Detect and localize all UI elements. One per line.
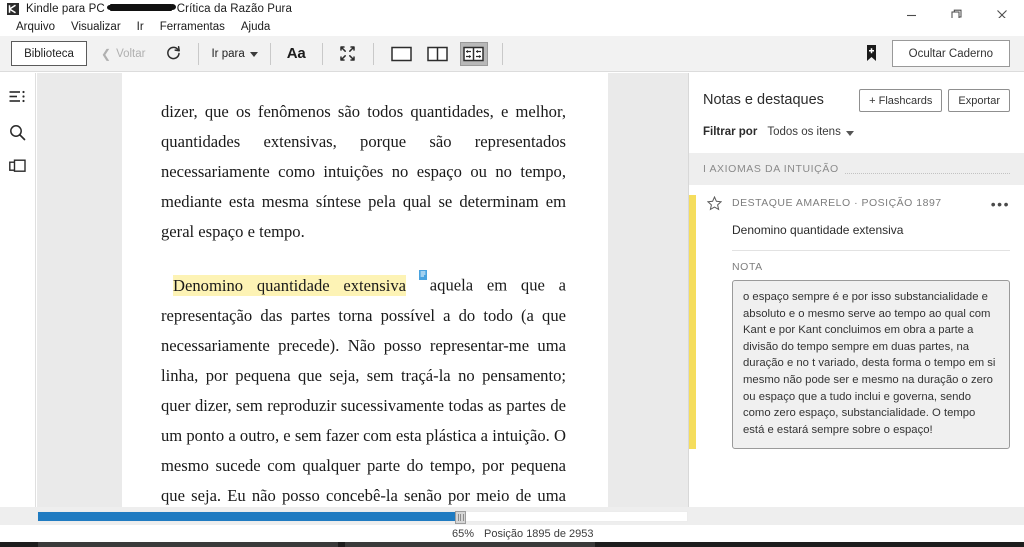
filter-label: Filtrar por: [703, 126, 758, 138]
continuous-page-icon[interactable]: [459, 41, 488, 66]
section-dotted-leader: [844, 172, 1010, 174]
reader-area: dizer, que os fenômenos são todos quanti…: [37, 73, 688, 507]
toolbar-divider: [372, 42, 374, 65]
goto-label: Ir para: [211, 47, 245, 60]
single-page-icon[interactable]: [388, 42, 416, 66]
paragraph-1: dizer, que os fenômenos são todos quanti…: [161, 102, 566, 241]
chevron-down-icon: [845, 130, 854, 136]
note-textarea[interactable]: o espaço sempre é e por isso substancial…: [732, 280, 1010, 450]
note-marker-icon[interactable]: [407, 261, 428, 280]
progress-percent-label: 65%: [452, 527, 475, 540]
toolbar-divider: [269, 42, 271, 65]
goto-dropdown[interactable]: Ir para: [209, 48, 259, 60]
chevron-down-icon: [249, 52, 258, 57]
main-toolbar: Biblioteca ❮ Voltar Ir para Aa Ocultar C…: [0, 36, 1024, 72]
app-name-label: Kindle para PC: [26, 2, 105, 15]
taskbar-segment: [345, 542, 595, 547]
notebook-header: Notas e destaques + Flashcards Exportar: [689, 73, 1024, 112]
highlight-color-bar: [689, 195, 696, 450]
toolbar-divider: [321, 42, 323, 65]
filter-dropdown[interactable]: Todos os itens: [767, 126, 854, 138]
hide-notebook-button[interactable]: Ocultar Caderno: [891, 40, 1010, 67]
status-bar: 65% Posição 1895 de 2953: [0, 525, 1024, 542]
page-text-container: dizer, que os fenômenos são todos quanti…: [161, 97, 566, 507]
position-label: Posição 1895 de 2953: [484, 527, 594, 540]
menu-item-ajuda[interactable]: Ajuda: [233, 20, 278, 34]
menu-item-ir[interactable]: Ir: [129, 20, 152, 34]
os-taskbar: [0, 542, 1024, 547]
title-bar: Kindle para PC Crítica da Razão Pura: [0, 0, 1024, 20]
taskbar-segment: [38, 542, 338, 547]
left-sidebar: [0, 73, 36, 507]
two-page-icon[interactable]: [424, 42, 452, 66]
highlight-meta-label: DESTAQUE AMARELO · POSIÇÃO 1897: [732, 197, 942, 209]
pages-icon[interactable]: [4, 153, 32, 181]
flashcards-button[interactable]: + Flashcards: [859, 89, 943, 112]
paragraph-2-rest: aquela em que a representação das partes…: [161, 275, 566, 505]
kindle-app-window: Kindle para PC Crítica da Razão Pura Arq…: [0, 0, 1024, 547]
refresh-icon[interactable]: [158, 39, 188, 69]
kindle-icon: [6, 2, 20, 16]
progress-fill: [38, 512, 460, 521]
document-title-label: Crítica da Razão Pura: [176, 2, 292, 15]
book-page: dizer, que os fenômenos são todos quanti…: [122, 73, 608, 507]
menu-bar: Arquivo Visualizar Ir Ferramentas Ajuda: [0, 18, 1024, 36]
table-of-contents-icon[interactable]: [4, 83, 32, 111]
progress-row: [0, 507, 1024, 525]
library-button[interactable]: Biblioteca: [11, 41, 87, 66]
add-bookmark-icon[interactable]: [860, 41, 884, 67]
back-button-label: Voltar: [116, 47, 146, 60]
text-highlight[interactable]: Denomino quantidade extensiva: [173, 274, 407, 296]
notebook-panel: Notas e destaques + Flashcards Exportar …: [688, 73, 1024, 507]
menu-item-ferramentas[interactable]: Ferramentas: [152, 20, 233, 34]
notebook-section-header: I AXIOMAS DA INTUIÇÃO: [689, 153, 1024, 185]
more-options-icon[interactable]: •••: [991, 195, 1010, 211]
font-settings-button[interactable]: Aa: [281, 45, 312, 62]
toolbar-divider: [198, 42, 200, 65]
paragraph-2: Denomino quantidade extensiva aquela em …: [161, 264, 566, 507]
menu-item-visualizar[interactable]: Visualizar: [63, 20, 129, 34]
highlight-card-text: Denomino quantidade extensiva: [732, 223, 904, 237]
filter-value-label: Todos os itens: [767, 126, 841, 138]
export-button[interactable]: Exportar: [948, 89, 1010, 112]
search-icon[interactable]: [4, 118, 32, 146]
notebook-title: Notas e destaques: [703, 92, 824, 108]
back-button[interactable]: ❮ Voltar: [101, 48, 145, 60]
highlight-card-body: DESTAQUE AMARELO · POSIÇÃO 1897 ••• Deno…: [696, 195, 1024, 450]
reading-progress-bar[interactable]: [37, 511, 688, 524]
toolbar-divider: [501, 42, 503, 65]
menu-item-arquivo[interactable]: Arquivo: [8, 20, 63, 34]
progress-thumb[interactable]: [454, 511, 466, 524]
section-title: I AXIOMAS DA INTUIÇÃO: [703, 163, 839, 175]
highlight-card-header: DESTAQUE AMARELO · POSIÇÃO 1897 •••: [705, 195, 1010, 212]
chevron-left-icon: ❮: [101, 46, 112, 61]
redacted-account-label: [106, 4, 176, 11]
notebook-filter-row: Filtrar por Todos os itens: [689, 112, 1024, 138]
note-section-label: NOTA: [732, 261, 763, 273]
star-outline-icon[interactable]: [705, 194, 723, 212]
highlight-card: DESTAQUE AMARELO · POSIÇÃO 1897 ••• Deno…: [689, 185, 1024, 450]
fullscreen-icon[interactable]: [333, 39, 363, 69]
